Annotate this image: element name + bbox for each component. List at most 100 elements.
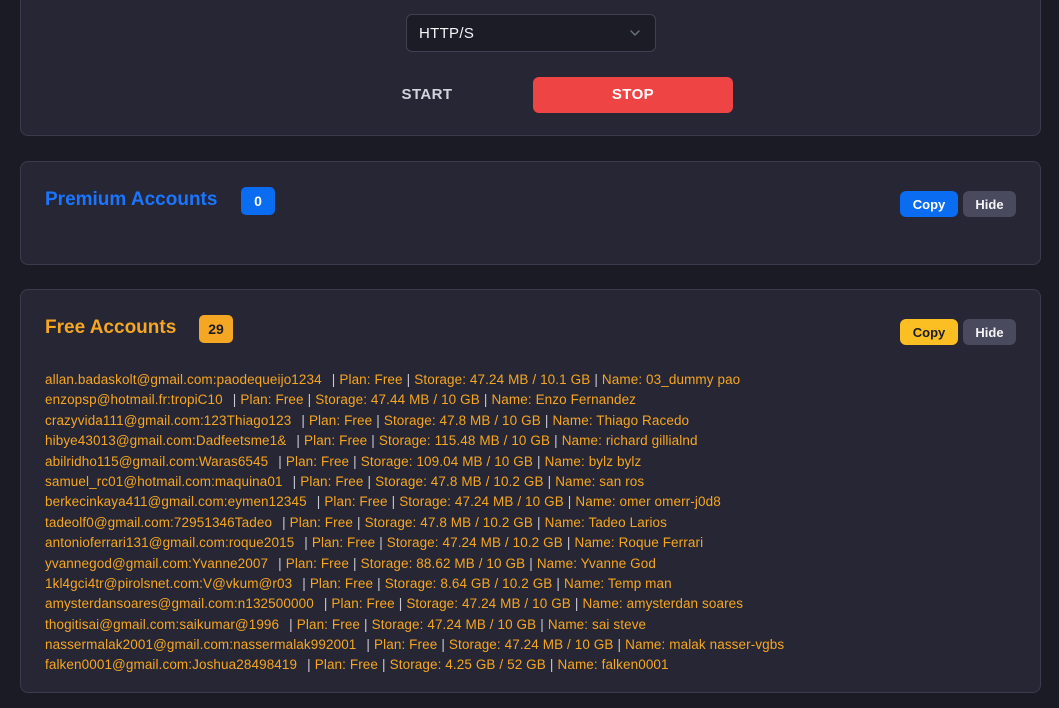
account-storage: Storage: 47.24 MB / 10 GB (399, 494, 564, 510)
account-row: hibye43013@gmail.com:Dadfeetsme1& | Plan: … (45, 431, 1030, 451)
field-separator: | (483, 392, 488, 408)
account-name: Name: Yvanne God (536, 555, 656, 571)
account-name: Name: amysterdan soares (582, 596, 744, 612)
field-separator: | (316, 494, 321, 510)
account-plan: Plan: Free (331, 596, 395, 612)
account-name: Name: Thiago Racedo (552, 412, 690, 428)
account-credentials: berkecinkaya411@gmail.com:eymen12345 (45, 494, 307, 510)
field-separator: | (376, 412, 380, 428)
account-plan: Plan: Free (285, 453, 350, 469)
account-name: Name: Roque Ferrari (574, 535, 704, 551)
account-name: Name: san ros (555, 473, 645, 489)
account-credentials: thogitisai@gmail.com:saikumar@1996 (45, 616, 280, 632)
account-row: abilridho115@gmail.com:Waras6545 | Plan: F… (45, 452, 1030, 472)
account-plan: Plan: Free (339, 372, 403, 387)
account-row: samuel_rc01@hotmail.com:maquina01 | Plan: … (45, 472, 1030, 492)
premium-copy-button[interactable]: Copy (900, 191, 958, 217)
account-plan: Plan: Free (296, 616, 361, 632)
field-separator: | (301, 412, 305, 428)
account-row: crazyvida111@gmail.com:123Thiago123 | Plan… (45, 411, 1030, 431)
account-storage: Storage: 4.25 GB / 52 GB (389, 657, 546, 673)
account-name: Name: Temp man (564, 575, 672, 591)
premium-accounts-title: Premium Accounts (45, 189, 218, 210)
account-plan: Plan: Free (240, 392, 304, 408)
field-separator: | (567, 494, 572, 510)
account-storage: Storage: 88.62 MB / 10 GB (360, 555, 526, 571)
field-separator: | (292, 473, 297, 489)
field-separator: | (594, 372, 598, 387)
premium-hide-button[interactable]: Hide (963, 191, 1016, 217)
field-separator: | (331, 372, 336, 387)
field-separator: | (382, 657, 386, 673)
field-separator: | (554, 433, 558, 449)
field-separator: | (441, 637, 445, 653)
free-hide-button[interactable]: Hide (963, 319, 1016, 345)
account-name: Name: richard gillialnd (561, 433, 698, 449)
control-panel: HTTP/S START STOP (20, 0, 1041, 136)
account-credentials: amysterdansoares@gmail.com:n132500000 (45, 596, 314, 612)
field-separator: | (574, 596, 579, 612)
account-name: Name: Tadeo Larios (544, 514, 667, 530)
field-separator: | (296, 433, 300, 449)
account-plan: Plan: Free (285, 555, 349, 571)
field-separator: | (544, 412, 549, 428)
account-name: Name: omer omerr-j0d8 (575, 494, 721, 510)
account-credentials: abilridho115@gmail.com:Waras6545 (45, 453, 269, 469)
protocol-select[interactable]: HTTP/S (406, 14, 656, 52)
protocol-select-value: HTTP/S (419, 24, 475, 42)
field-separator: | (540, 616, 544, 632)
account-name: Name: Enzo Fernandez (491, 392, 637, 408)
stop-button[interactable]: STOP (533, 77, 733, 113)
field-separator: | (617, 637, 622, 653)
field-separator: | (536, 453, 541, 469)
account-storage: Storage: 47.44 MB / 10 GB (315, 392, 480, 408)
account-storage: Storage: 47.24 MB / 10.2 GB (386, 535, 563, 551)
account-name: Name: falken0001 (557, 657, 669, 673)
account-row: yvannegod@gmail.com:Yvanne2007 | Plan: Fre… (45, 554, 1030, 574)
field-separator: | (406, 372, 411, 387)
field-separator: | (391, 494, 396, 510)
account-credentials: 1kl4gci4tr@pirolsnet.com:V@vkum@r03 (45, 575, 293, 591)
field-separator: | (566, 535, 571, 551)
start-button[interactable]: START (377, 77, 477, 113)
account-credentials: tadeolf0@gmail.com:72951346Tadeo (45, 514, 273, 530)
account-credentials: samuel_rc01@hotmail.com:maquina01 (45, 473, 283, 489)
field-separator: | (371, 433, 375, 449)
free-count-badge: 29 (199, 315, 233, 343)
account-row: berkecinkaya411@gmail.com:eymen12345 | Pla… (45, 492, 1030, 512)
field-separator: | (556, 575, 561, 591)
account-plan: Plan: Free (309, 575, 374, 591)
account-plan: Plan: Free (304, 433, 368, 449)
account-storage: Storage: 47.24 MB / 10 GB (448, 637, 614, 653)
account-plan: Plan: Free (324, 494, 388, 510)
field-separator: | (232, 392, 237, 408)
account-storage: Storage: 47.8 MB / 10.2 GB (375, 473, 544, 489)
account-name: Name: 03_dummy pao (601, 372, 741, 387)
account-row: amysterdansoares@gmail.com:n132500000 | Pl… (45, 594, 1030, 614)
account-plan: Plan: Free (374, 637, 438, 653)
field-separator: | (289, 616, 293, 632)
field-separator: | (278, 453, 282, 469)
free-copy-button[interactable]: Copy (900, 319, 958, 345)
chevron-down-icon (630, 30, 640, 36)
account-credentials: falken0001@gmail.com:Joshua28498419 (45, 657, 298, 673)
field-separator: | (307, 657, 311, 673)
account-storage: Storage: 47.8 MB / 10 GB (383, 412, 541, 428)
free-accounts-panel: Free Accounts 29 Copy Hide allan.badasko… (20, 289, 1041, 693)
account-credentials: crazyvida111@gmail.com:123Thiago123 (45, 412, 292, 428)
account-plan: Plan: Free (311, 535, 376, 551)
field-separator: | (356, 514, 361, 530)
field-separator: | (367, 473, 372, 489)
field-separator: | (307, 392, 312, 408)
account-row: tadeolf0@gmail.com:72951346Tadeo | Plan: F… (45, 513, 1030, 533)
field-separator: | (377, 575, 381, 591)
account-storage: Storage: 47.24 MB / 10 GB (371, 616, 537, 632)
premium-accounts-panel: Premium Accounts 0 Copy Hide (20, 161, 1041, 265)
account-storage: Storage: 115.48 MB / 10 GB (378, 433, 551, 449)
account-credentials: enzopsp@hotmail.fr:tropiC10 (45, 392, 223, 408)
field-separator: | (366, 637, 371, 653)
account-row: falken0001@gmail.com:Joshua28498419 | Plan… (45, 655, 1030, 675)
account-credentials: yvannegod@gmail.com:Yvanne2007 (45, 555, 269, 571)
account-storage: Storage: 47.24 MB / 10.1 GB (414, 372, 591, 387)
account-row: thogitisai@gmail.com:saikumar@1996 | Plan:… (45, 615, 1030, 635)
